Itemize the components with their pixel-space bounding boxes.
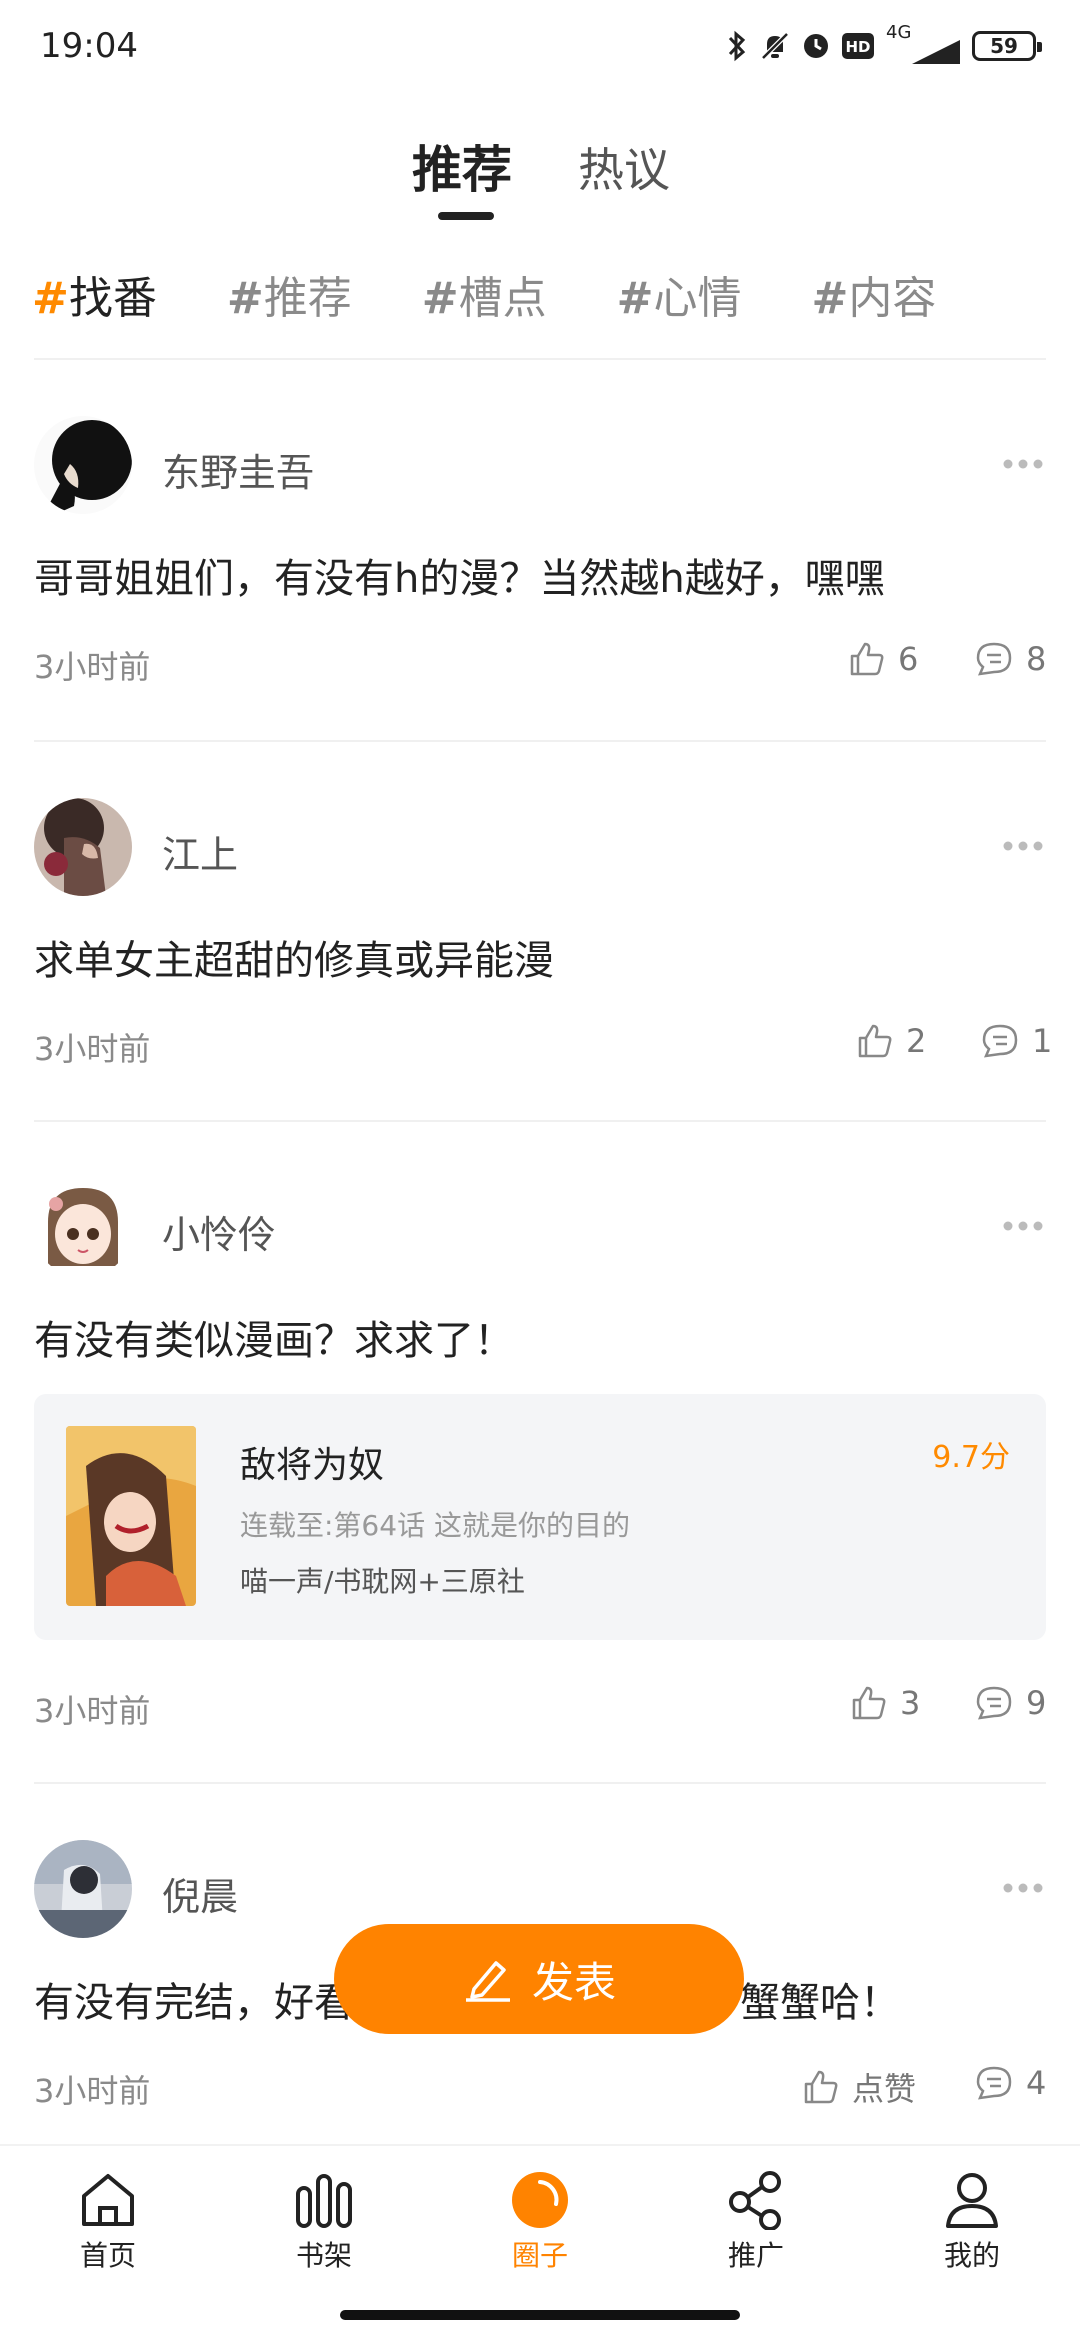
nav-promote-label: 推广 bbox=[727, 2239, 784, 2272]
post-text[interactable]: 有没有完结，好看 bbox=[34, 1970, 354, 2028]
thumbs-up-icon bbox=[858, 1024, 892, 1058]
like-button[interactable]: 6 bbox=[848, 640, 918, 678]
comment-count: 4 bbox=[1026, 2064, 1047, 2102]
post-username[interactable]: 倪晨 bbox=[162, 1866, 238, 1921]
thumbs-up-icon bbox=[850, 642, 884, 676]
post-time: 3小时前 bbox=[34, 648, 151, 686]
like-count: 2 bbox=[906, 1022, 927, 1060]
avatar[interactable] bbox=[34, 1180, 132, 1278]
comment-button[interactable]: 9 bbox=[974, 1684, 1046, 1722]
like-button[interactable]: 3 bbox=[850, 1684, 920, 1722]
comment-button[interactable]: 8 bbox=[974, 640, 1046, 678]
comment-button[interactable]: 4 bbox=[974, 2064, 1046, 2102]
signal-indicator: 4G bbox=[886, 22, 960, 64]
bookshelf-icon bbox=[296, 2174, 352, 2228]
nav-promote[interactable]: 推广 bbox=[686, 2170, 826, 2274]
more-icon[interactable] bbox=[1002, 458, 1044, 470]
comment-count: 8 bbox=[1026, 640, 1047, 678]
divider bbox=[34, 1120, 1046, 1122]
more-icon[interactable] bbox=[1002, 1882, 1044, 1894]
post-username[interactable]: 江上 bbox=[162, 824, 238, 879]
post-username[interactable]: 东野圭吾 bbox=[162, 442, 314, 497]
nav-profile[interactable]: 我的 bbox=[902, 2170, 1042, 2274]
hashtag-content[interactable]: #内容 bbox=[812, 262, 937, 326]
mute-bell-icon bbox=[761, 32, 789, 60]
status-icons: HD 4G 59 bbox=[726, 22, 1042, 64]
comment-button[interactable]: 1 bbox=[980, 1022, 1052, 1060]
post-text-end[interactable]: 蟹蟹哈！ bbox=[740, 1970, 900, 2028]
circle-icon bbox=[512, 2172, 568, 2228]
edit-pen-icon bbox=[465, 1961, 510, 2002]
battery-level: 59 bbox=[990, 34, 1018, 58]
comic-score: 9.7分 bbox=[932, 1440, 1010, 1475]
nav-circle[interactable]: 圈子 bbox=[470, 2170, 610, 2274]
like-count: 6 bbox=[898, 640, 919, 678]
post-time: 3小时前 bbox=[34, 1030, 151, 1068]
nav-profile-label: 我的 bbox=[943, 2239, 1000, 2272]
status-time: 19:04 bbox=[40, 26, 138, 66]
hashtag-bar: #找番 #推荐 #槽点 #心情 #内容 bbox=[32, 262, 1006, 326]
top-tabs: 推荐 热议 bbox=[0, 120, 1080, 220]
post-username[interactable]: 小怜伶 bbox=[162, 1204, 276, 1259]
more-icon[interactable] bbox=[1002, 1220, 1044, 1232]
divider bbox=[34, 358, 1046, 360]
battery-icon: 59 bbox=[972, 31, 1042, 61]
like-button[interactable]: 点赞 bbox=[802, 2064, 916, 2110]
like-button[interactable]: 2 bbox=[856, 1022, 926, 1060]
divider bbox=[34, 740, 1046, 742]
publish-button[interactable]: 发表 bbox=[334, 1924, 744, 2034]
avatar[interactable] bbox=[34, 1840, 132, 1938]
comment-icon bbox=[976, 642, 1012, 676]
network-type: 4G bbox=[886, 22, 912, 43]
hd-icon: HD bbox=[842, 33, 874, 59]
bluetooth-icon bbox=[728, 30, 746, 62]
hashtag-mood[interactable]: #心情 bbox=[617, 262, 742, 326]
like-count: 点赞 bbox=[852, 2070, 917, 2108]
post-text[interactable]: 哥哥姐姐们，有没有h的漫？当然越h越好，嘿嘿 bbox=[34, 546, 885, 604]
tab-indicator bbox=[438, 212, 494, 220]
comment-count: 9 bbox=[1026, 1684, 1047, 1722]
comic-cover[interactable] bbox=[66, 1426, 196, 1606]
post-time: 3小时前 bbox=[34, 2072, 151, 2110]
hashtag-recommend[interactable]: #推荐 bbox=[227, 262, 352, 326]
home-indicator[interactable] bbox=[340, 2310, 740, 2320]
clock-icon bbox=[804, 34, 828, 58]
post-text[interactable]: 有没有类似漫画？求求了！ bbox=[34, 1308, 514, 1366]
comment-count: 1 bbox=[1032, 1022, 1053, 1060]
thumbs-up-icon bbox=[804, 2070, 838, 2104]
comment-icon bbox=[976, 1686, 1012, 1720]
profile-icon bbox=[946, 2173, 998, 2228]
post-time: 3小时前 bbox=[34, 1692, 151, 1730]
thumbs-up-icon bbox=[852, 1686, 886, 1720]
status-bar: 19:04 HD 4G 59 bbox=[0, 0, 1080, 96]
comic-card[interactable]: 敌将为奴 9.7分 连载至:第64话 这就是你的目的 喵一声/书耽网+三原社 bbox=[34, 1394, 1046, 1640]
comic-progress: 连载至:第64话 这就是你的目的 bbox=[240, 1509, 630, 1542]
home-icon bbox=[82, 2174, 134, 2226]
nav-home[interactable]: 首页 bbox=[38, 2170, 178, 2274]
post-text[interactable]: 求单女主超甜的修真或异能漫 bbox=[34, 928, 554, 986]
signal-icon bbox=[912, 40, 960, 64]
comment-icon bbox=[976, 2066, 1012, 2100]
comic-title[interactable]: 敌将为奴 bbox=[240, 1436, 384, 1488]
comment-icon bbox=[982, 1024, 1018, 1058]
comic-authors: 喵一声/书耽网+三原社 bbox=[240, 1565, 525, 1598]
avatar[interactable] bbox=[34, 416, 132, 514]
like-count: 3 bbox=[900, 1684, 921, 1722]
hashtag-find[interactable]: #找番 bbox=[32, 262, 157, 326]
divider bbox=[34, 1782, 1046, 1784]
nav-home-label: 首页 bbox=[79, 2239, 136, 2272]
more-icon[interactable] bbox=[1002, 840, 1044, 852]
nav-bookshelf[interactable]: 书架 bbox=[254, 2170, 394, 2274]
nav-circle-label: 圈子 bbox=[511, 2239, 568, 2272]
publish-label: 发表 bbox=[531, 1957, 616, 2007]
tab-hot[interactable]: 热议 bbox=[578, 134, 670, 200]
tab-recommend[interactable]: 推荐 bbox=[412, 130, 512, 202]
share-icon bbox=[729, 2171, 781, 2230]
svg-text:HD: HD bbox=[845, 38, 870, 56]
hashtag-complaint[interactable]: #槽点 bbox=[422, 262, 547, 326]
avatar[interactable] bbox=[34, 798, 132, 896]
nav-bookshelf-label: 书架 bbox=[295, 2239, 352, 2272]
